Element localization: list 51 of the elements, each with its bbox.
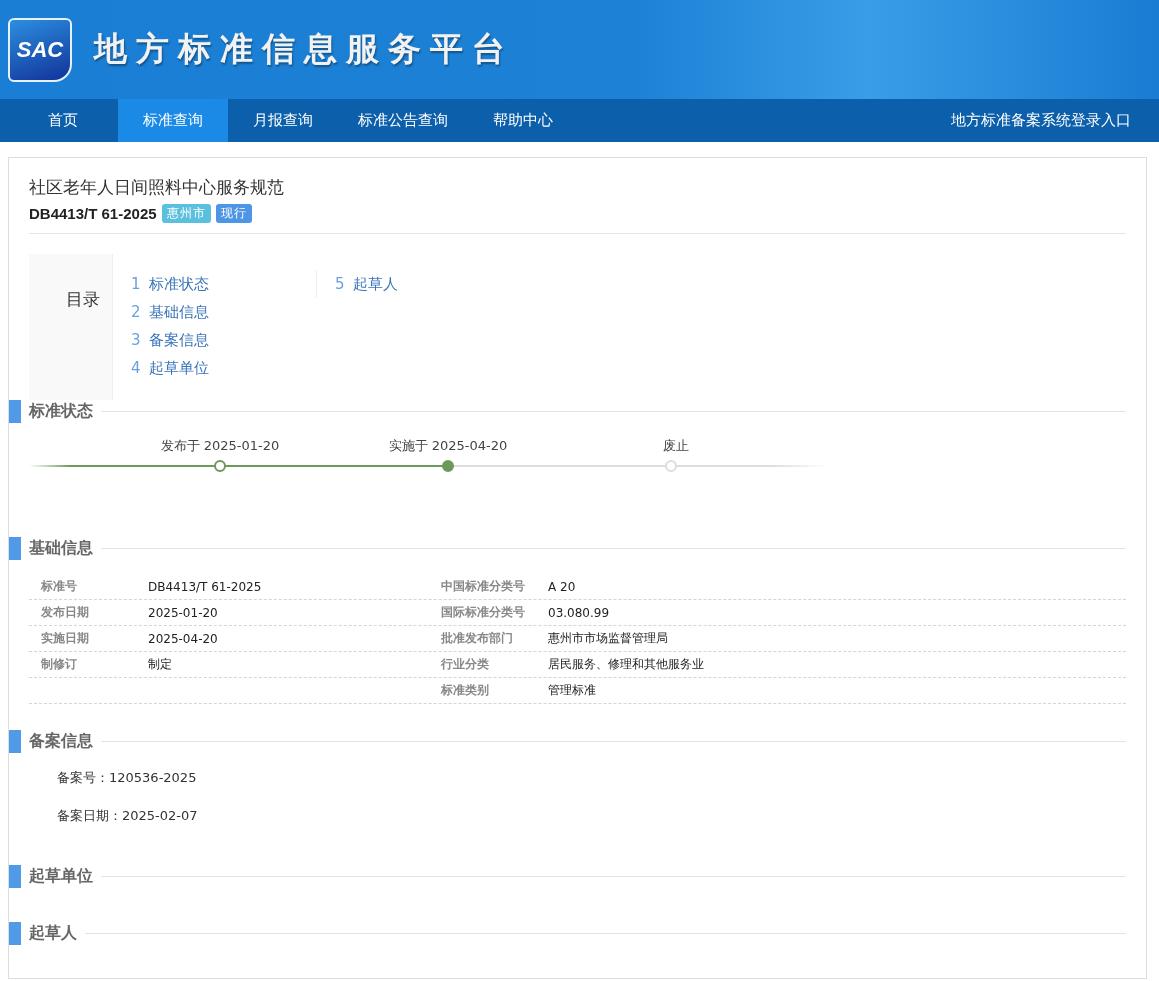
nav-tab[interactable]: 首页 xyxy=(8,99,118,142)
section-marker xyxy=(9,730,21,753)
section-title: 基础信息 xyxy=(29,538,93,559)
field-label: 行业分类 xyxy=(441,656,490,673)
section-marker xyxy=(9,865,21,888)
standard-code: DB4413/T 61-2025 xyxy=(29,205,157,222)
section-title: 起草单位 xyxy=(29,866,93,887)
tag: 惠州市 xyxy=(161,204,211,223)
field-value: 2025-01-20 xyxy=(148,605,219,620)
tag: 现行 xyxy=(215,204,252,223)
field-value: 03.080.99 xyxy=(548,605,611,620)
timeline-label: 实施于 2025-04-20 xyxy=(387,437,509,455)
nav-tab[interactable]: 帮助中心 xyxy=(468,99,578,142)
section-title: 标准状态 xyxy=(29,401,93,422)
field-label: 标准类别 xyxy=(441,682,490,699)
toc-link[interactable]: 4 起草单位 xyxy=(131,354,316,382)
field-label: 制修订 xyxy=(41,656,78,673)
standard-title: 社区老年人日间照料中心服务规范 xyxy=(29,176,285,199)
field-label: 发布日期 xyxy=(41,604,90,621)
nav-tab[interactable]: 标准查询 xyxy=(118,99,228,142)
field-label: 国际标准分类号 xyxy=(441,604,526,621)
toc-link[interactable]: 5 起草人 xyxy=(335,270,501,298)
field-value: 管理标准 xyxy=(548,682,597,699)
section-title: 备案信息 xyxy=(29,731,93,752)
field-value: A 20 xyxy=(548,579,577,594)
field-value: 居民服务、修理和其他服务业 xyxy=(548,656,705,673)
toc-link[interactable]: 3 备案信息 xyxy=(131,326,316,354)
filing-info: 备案号：120536-2025 xyxy=(57,769,198,787)
section-marker xyxy=(9,537,21,560)
section-title: 起草人 xyxy=(29,923,77,944)
field-label: 批准发布部门 xyxy=(441,630,514,647)
toc-link[interactable]: 1 标准状态 xyxy=(131,270,316,298)
section-marker xyxy=(9,400,21,423)
field-value: DB4413/T 61-2025 xyxy=(148,579,263,594)
site-logo: SAC xyxy=(8,17,72,82)
field-value: 制定 xyxy=(148,656,173,673)
field-label: 标准号 xyxy=(41,578,78,595)
filing-info: 备案日期：2025-02-07 xyxy=(57,807,199,825)
nav-tab[interactable]: 标准公告查询 xyxy=(338,99,468,142)
toc-heading: 目录 xyxy=(29,254,113,400)
nav-tab[interactable]: 月报查询 xyxy=(228,99,338,142)
field-value: 2025-04-20 xyxy=(148,631,219,646)
field-label: 中国标准分类号 xyxy=(441,578,526,595)
site-title: 地方标准信息服务平台 xyxy=(94,28,514,70)
timeline-label: 发布于 2025-01-20 xyxy=(159,437,281,455)
timeline-label: 废止 xyxy=(662,437,690,455)
field-label: 实施日期 xyxy=(41,630,90,647)
toc-link[interactable]: 2 基础信息 xyxy=(131,298,316,326)
login-link[interactable]: 地方标准备案系统登录入口 xyxy=(923,99,1159,142)
field-value: 惠州市市场监督管理局 xyxy=(548,630,669,647)
section-marker xyxy=(9,922,21,945)
